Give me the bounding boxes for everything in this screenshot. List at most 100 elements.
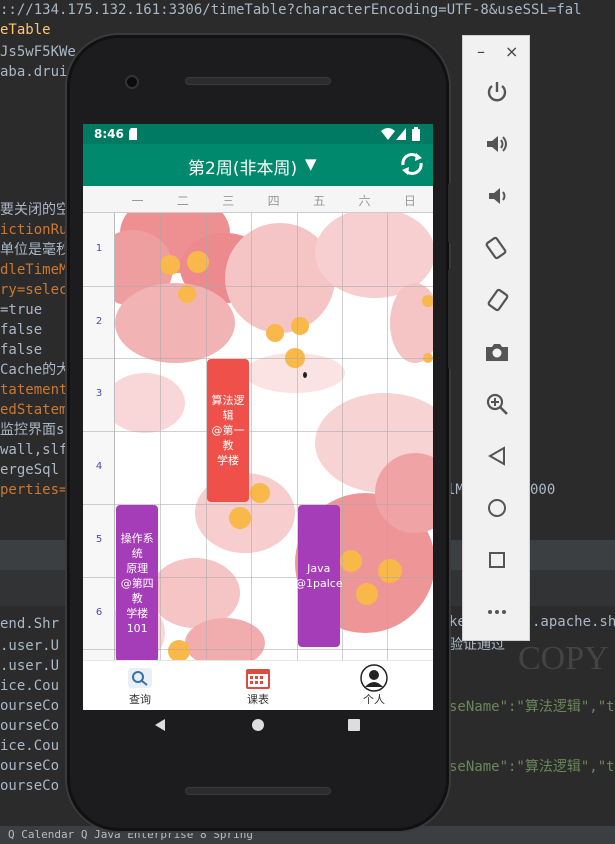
emulator-power-button[interactable] (483, 78, 511, 106)
weekday-label: 四 (267, 194, 280, 208)
status-time: 8:46 (94, 127, 124, 141)
grid-hline (83, 358, 433, 360)
period-label: 1 (95, 243, 103, 254)
camera-icon (486, 344, 508, 361)
emulator-overview-button[interactable] (483, 546, 511, 574)
period-label: 3 (95, 388, 103, 400)
course-text: 操作系统 (120, 531, 154, 560)
power-icon (487, 82, 507, 102)
app-bar: 第2周(非本周) ▼ (83, 144, 433, 186)
course-text: 算法逻辑 (211, 394, 245, 423)
week-dropdown-icon[interactable]: ▼ (305, 155, 317, 173)
ide-code-line: =true (0, 302, 43, 318)
ide-code-line: 要关闭的空 (0, 202, 70, 218)
ide-code-fragment: .apache.sh (532, 614, 615, 630)
wifi-icon (381, 128, 395, 140)
period-label: 5 (95, 533, 103, 545)
course-text: @第一教 (211, 424, 245, 453)
ide-code-line: .user.U (0, 658, 60, 674)
emulator-toolbar: – × (462, 35, 530, 641)
grid-vline (251, 213, 253, 660)
volume-side-button (448, 269, 452, 369)
nav-profile-label: 个人 (363, 693, 385, 706)
emulator-screenshot-button[interactable] (483, 338, 511, 366)
minimize-button[interactable]: – (477, 42, 485, 61)
course-text: Java (307, 561, 331, 575)
timetable-grid: 1 2 3 4 5 6 算法逻辑 @第一教 学楼 操作系统 原理 @第四教 学楼101 Java @1pa… (83, 213, 433, 660)
weekday-label: 二 (176, 194, 189, 208)
course-text: @第四教 (120, 576, 154, 605)
ide-code-line: edStatem (0, 402, 68, 418)
grid-hline (83, 285, 433, 287)
ide-code-line: false (0, 322, 43, 338)
ide-code-line: 单位是毫秒 (0, 242, 70, 258)
ide-code-line: Cache的大 (0, 362, 71, 378)
close-button[interactable]: × (505, 42, 518, 61)
home-nav-icon[interactable] (251, 718, 265, 732)
ide-code-line: ice.Cou (0, 738, 60, 754)
search-icon (128, 668, 152, 688)
rotate-right-icon (487, 288, 509, 312)
signal-icon (396, 128, 406, 140)
ide-code-line: ourseCo (0, 758, 60, 774)
power-side-button (448, 183, 452, 243)
ide-code-fragment: seName":"算法逻辑","t (449, 759, 615, 775)
calendar-icon (246, 669, 270, 689)
back-icon (487, 446, 505, 466)
period-column: 1 2 3 4 5 6 (83, 213, 115, 660)
emulator-zoom-button[interactable] (483, 390, 511, 418)
period-label: 6 (95, 606, 103, 618)
grid-vline (160, 213, 162, 660)
status-bar: 8:46 (83, 124, 433, 144)
app-screen: 8:46 第2周(非本周) ▼ 一二三四五六日 1 2 3 4 5 6 算法逻辑… (83, 124, 433, 710)
nav-timetable[interactable]: 课表 (218, 665, 298, 707)
ide-watermark: COPY (518, 640, 609, 677)
overview-icon (489, 552, 505, 568)
emulator-home-button[interactable] (483, 494, 511, 522)
back-nav-icon[interactable] (153, 718, 167, 732)
emulator-volume-up-button[interactable] (483, 130, 511, 158)
course-block[interactable]: 操作系统 原理 @第四教 学楼101 (116, 504, 159, 660)
ide-code-line: ice.Cou (0, 678, 60, 694)
ide-code-line: ergeSql (0, 462, 60, 478)
ide-code-line: Js5wF5KWe (0, 44, 76, 60)
emulator-rotate-left-button[interactable] (483, 234, 511, 262)
zoom-icon (486, 393, 508, 415)
ide-code-line: eTable (0, 22, 51, 38)
volume-down-icon (489, 188, 506, 204)
course-text: @1palce (295, 576, 343, 590)
ide-code-line: wall,slf (0, 442, 68, 458)
course-block[interactable]: 算法逻辑 @第一教 学楼 (206, 359, 250, 502)
weekday-label: 五 (313, 194, 326, 208)
ide-code-line: tatement (0, 382, 68, 398)
weekday-header: 一二三四五六日 (83, 186, 433, 213)
nav-search[interactable]: 查询 (100, 665, 180, 707)
emulator-more-button[interactable] (483, 598, 511, 626)
nav-search-label: 查询 (129, 693, 151, 706)
recents-nav-icon[interactable] (347, 718, 361, 732)
weekday-label: 六 (358, 194, 371, 208)
ide-code-line: ourseCo (0, 718, 60, 734)
person-icon (360, 664, 388, 692)
emulator-back-button[interactable] (483, 442, 511, 470)
period-label: 2 (95, 315, 103, 327)
ide-code-line: .user.U (0, 638, 60, 654)
ide-code-line: ourseCo (0, 778, 60, 794)
ide-code-fragment: seName":"算法逻辑","t (449, 699, 615, 715)
sd-card-icon (129, 128, 137, 140)
emulator-volume-down-button[interactable] (483, 182, 511, 210)
emulator-rotate-right-button[interactable] (483, 286, 511, 314)
weekday-label: 日 (403, 194, 416, 208)
grid-vline (387, 213, 389, 660)
home-icon (488, 499, 506, 517)
course-block[interactable]: Java @1palce (295, 504, 343, 648)
ide-code-line: perties= (0, 482, 68, 498)
week-title[interactable]: 第2周(非本周) (188, 154, 297, 179)
ide-code-line: end.Shr (0, 616, 60, 632)
bottom-speaker (185, 787, 331, 795)
android-nav-bar (83, 710, 433, 740)
nav-profile[interactable]: 个人 (334, 664, 414, 707)
ide-code-fragment: 000 (530, 482, 556, 498)
refresh-icon[interactable] (397, 149, 427, 179)
bottom-navigation: 查询 课表 个人 (83, 660, 433, 710)
